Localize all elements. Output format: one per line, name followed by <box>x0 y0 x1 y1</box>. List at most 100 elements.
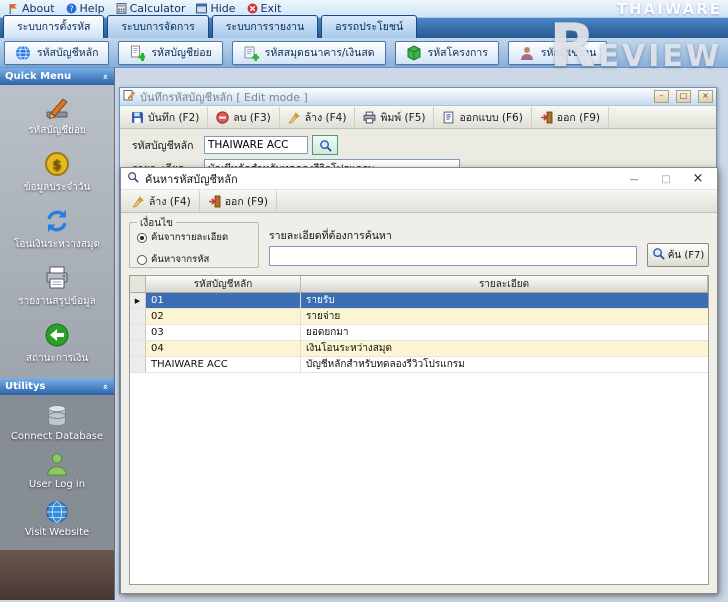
globe-icon <box>15 45 31 61</box>
search-icon <box>652 247 665 263</box>
search-icon <box>127 171 139 186</box>
sidebar-item-visit-website[interactable]: Visit Website <box>0 499 114 538</box>
sidebar-item-financial-status[interactable]: สถานะการเงิน <box>0 321 114 366</box>
sidebar-item-transfer[interactable]: โอนเงินระหว่างสมุด <box>0 207 114 252</box>
project-code-button[interactable]: รหัสโครงการ <box>394 40 499 65</box>
find-button[interactable]: ค้น (F7) <box>647 243 709 267</box>
print-button[interactable]: พิมพ์ (F5) <box>355 106 435 128</box>
menu-item-label: Help <box>79 2 105 15</box>
close-button[interactable] <box>698 90 713 103</box>
table-row[interactable]: THAIWARE ACC บัญชีหลักสำหรับทดลองรีวิวโป… <box>130 357 708 373</box>
toolbar-item-label: ออก (F9) <box>224 195 268 208</box>
menu-item-exit[interactable]: Exit <box>243 1 289 16</box>
search-dialog-titlebar[interactable]: ค้นหารหัสบัญชีหลัก <box>121 168 717 190</box>
calculator-icon <box>116 3 127 14</box>
add-book-icon <box>243 45 259 61</box>
delete-button[interactable]: ลบ (F3) <box>208 106 280 128</box>
sidebar-item-summary-report[interactable]: รายงานสรุปข้อมูล <box>0 264 114 309</box>
quick-menu-items: รหัสบัญชีย่อย $ ข้อมูลประจำวัน โอนเงินระ… <box>0 85 114 378</box>
toolbar-item-label: บันทึก (F2) <box>148 111 200 124</box>
main-toolbar: รหัสบัญชีหลัก รหัสบัญชีย่อย รหัสสมุดธนาค… <box>0 38 728 68</box>
transfer-arrows-icon <box>43 207 71 235</box>
close-button[interactable] <box>685 169 711 189</box>
design-doc-icon <box>442 111 455 124</box>
edit-window-titlebar[interactable]: บันทึกรหัสบัญชีหลัก [ Edit mode ] <box>120 88 716 106</box>
radio-search-by-code[interactable]: ค้นหาจากรหัส <box>137 252 258 267</box>
search-term-input[interactable] <box>269 246 637 266</box>
toolbar-button-label: รหัสผู้ใช้งาน <box>540 47 597 59</box>
tab-code-setup[interactable]: ระบบการตั้งรหัส <box>3 15 105 38</box>
table-row[interactable]: 04 เงินโอนระหว่างสมุด <box>130 341 708 357</box>
table-row[interactable]: 02 รายจ่าย <box>130 309 708 325</box>
toolbar-item-label: ล้าง (F4) <box>304 111 347 124</box>
exit-button[interactable]: ออก (F9) <box>200 190 277 212</box>
sidebar-item-label: รหัสบัญชีย่อย <box>28 125 86 136</box>
row-selector <box>130 309 146 324</box>
svg-text:?: ? <box>69 4 73 13</box>
results-table: รหัสบัญชีหลัก รายละเอียด 01 รายรับ 02 รา… <box>129 275 709 585</box>
hide-window-icon <box>196 3 208 14</box>
design-button[interactable]: ออกแบบ (F6) <box>434 106 532 128</box>
maximize-button[interactable] <box>676 90 691 103</box>
clear-broom-icon <box>132 195 145 208</box>
toolbar-item-label: ออกแบบ (F6) <box>459 111 523 124</box>
minimize-button[interactable] <box>654 90 669 103</box>
clear-button[interactable]: ล้าง (F4) <box>280 106 356 128</box>
cell-description: ยอดยกมา <box>306 327 349 338</box>
collapse-chevron-icon: » <box>101 73 112 80</box>
maximize-button[interactable] <box>653 169 679 189</box>
pencil-icon <box>43 93 71 121</box>
toolbar-button-label: รหัสสมุดธนาคาร/เงินสด <box>264 47 375 59</box>
column-header-description[interactable]: รายละเอียด <box>301 276 708 292</box>
menu-item-label: About <box>22 2 55 15</box>
cell-code: 03 <box>146 325 301 340</box>
sidebar-item-sub-account[interactable]: รหัสบัญชีย่อย <box>0 93 114 138</box>
sidebar-item-user-login[interactable]: User Log in <box>0 451 114 490</box>
radio-label: ค้นจากรายละเอียด <box>151 232 229 243</box>
exit-door-icon <box>208 195 221 208</box>
search-dialog: ค้นหารหัสบัญชีหลัก ล้าง (F4) ออก (F9) <box>120 167 718 594</box>
bankbook-cash-code-button[interactable]: รหัสสมุดธนาคาร/เงินสด <box>231 40 386 65</box>
table-header: รหัสบัญชีหลัก รายละเอียด <box>130 276 708 293</box>
main-account-code-input[interactable] <box>204 136 308 154</box>
radio-search-by-description[interactable]: ค้นจากรายละเอียด <box>137 230 258 245</box>
database-icon <box>44 403 70 429</box>
save-button[interactable]: บันทึก (F2) <box>123 106 209 128</box>
tab-utilities[interactable]: อรรถประโยชน์ <box>321 15 418 38</box>
table-row[interactable]: 03 ยอดยกมา <box>130 325 708 341</box>
menu-item-about[interactable]: About <box>4 1 62 16</box>
menu-item-calculator[interactable]: Calculator <box>112 1 193 16</box>
radio-label: ค้นหาจากรหัส <box>151 254 210 265</box>
menu-item-help[interactable]: ? Help <box>62 1 112 16</box>
menu-item-label: Hide <box>210 2 236 15</box>
minimize-button[interactable] <box>621 169 647 189</box>
utilities-title: Utilitys <box>5 381 46 392</box>
print-icon <box>363 111 376 124</box>
column-header-code[interactable]: รหัสบัญชีหลัก <box>146 276 301 292</box>
delete-icon <box>216 110 230 124</box>
toolbar-button-label: รหัสบัญชีหลัก <box>37 47 99 59</box>
main-account-code-button[interactable]: รหัสบัญชีหลัก <box>4 40 110 65</box>
sidebar-item-label: โอนเงินระหว่างสมุด <box>14 239 100 250</box>
user-code-button[interactable]: รหัสผู้ใช้งาน <box>507 40 608 65</box>
tab-reports[interactable]: ระบบการรายงาน <box>211 15 319 38</box>
menu-item-hide[interactable]: Hide <box>192 1 242 16</box>
radio-icon <box>137 254 147 265</box>
lookup-button[interactable] <box>312 135 338 155</box>
quick-menu-header[interactable]: Quick Menu » <box>0 68 114 85</box>
sidebar-item-daily-data[interactable]: $ ข้อมูลประจำวัน <box>0 150 114 195</box>
sidebar-filler <box>0 550 114 600</box>
main-account-code-label: รหัสบัญชีหลัก <box>132 139 194 152</box>
clear-button[interactable]: ล้าง (F4) <box>124 190 200 212</box>
sidebar-item-connect-database[interactable]: Connect Database <box>0 403 114 442</box>
exit-button[interactable]: ออก (F9) <box>532 106 610 128</box>
search-dialog-title: ค้นหารหัสบัญชีหลัก <box>145 172 238 186</box>
tab-management[interactable]: ระบบการจัดการ <box>107 15 209 38</box>
workspace: บันทึกรหัสบัญชีหลัก [ Edit mode ] บันทึก… <box>115 68 728 600</box>
search-term-label: รายละเอียดที่ต้องการค้นหา <box>269 230 392 242</box>
menu-item-label: Calculator <box>129 2 186 15</box>
table-row[interactable]: 01 รายรับ <box>130 293 708 309</box>
utilities-header[interactable]: Utilitys » <box>0 378 114 395</box>
toolbar-item-label: พิมพ์ (F5) <box>380 111 426 124</box>
sub-account-code-button[interactable]: รหัสบัญชีย่อย <box>118 40 223 65</box>
